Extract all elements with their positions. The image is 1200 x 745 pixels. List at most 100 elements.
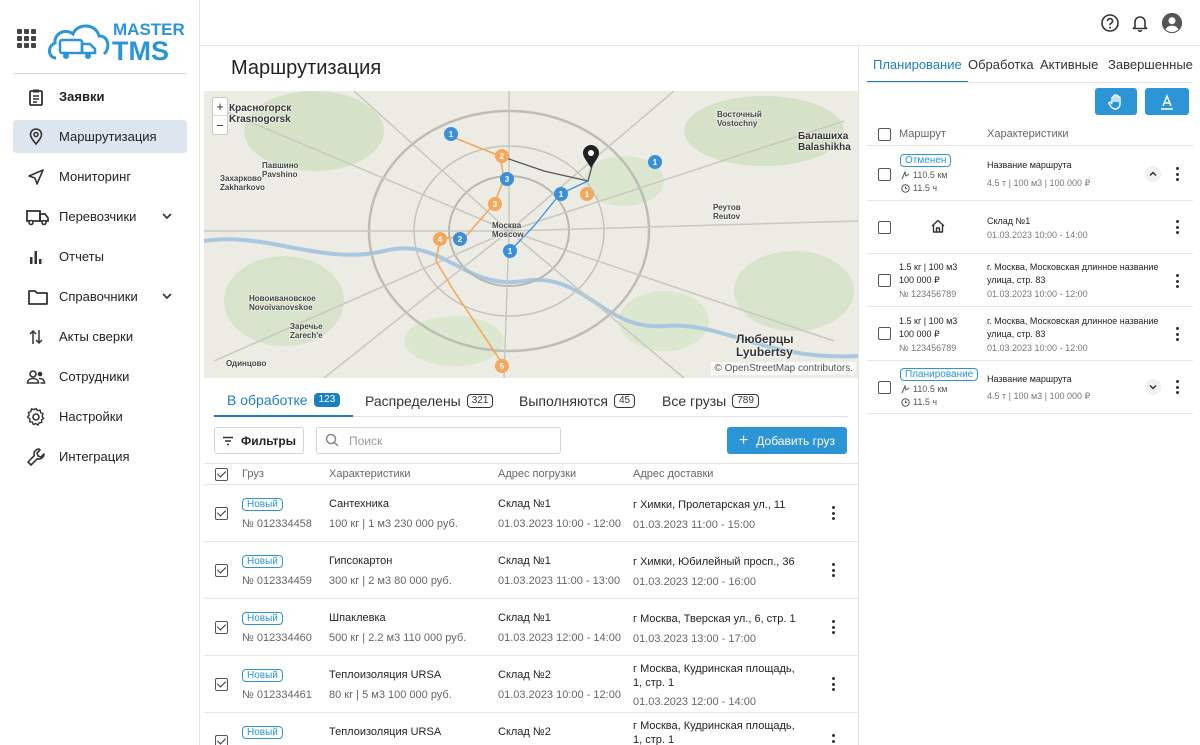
apps-grid-icon[interactable] xyxy=(17,29,36,48)
sidebar-item-monitoring[interactable]: Мониторинг xyxy=(13,160,187,193)
more-vert-icon[interactable] xyxy=(1175,220,1179,234)
cargo-specs: 1.5 кг | 100 м3 xyxy=(899,262,958,272)
map-marker[interactable]: 1 xyxy=(503,244,517,258)
row-checkbox[interactable] xyxy=(215,735,228,745)
collapse-chevron-icon[interactable] xyxy=(1145,166,1161,182)
chevron-down-icon[interactable] xyxy=(161,210,173,222)
map-attribution[interactable]: © OpenStreetMap contributors. xyxy=(711,362,856,375)
table-row[interactable]: Новый № 012334461 Теплоизоляция URSA 80 … xyxy=(204,656,858,713)
more-vert-icon[interactable] xyxy=(831,506,835,520)
user-avatar-icon[interactable] xyxy=(1161,12,1183,34)
row-checkbox[interactable] xyxy=(215,507,228,520)
route-row[interactable]: Планирование 110.5 км 11.5 ч Название ма… xyxy=(867,361,1193,414)
tab-in-progress[interactable]: Выполняются 45 xyxy=(519,385,636,417)
select-all-checkbox[interactable] xyxy=(215,468,228,481)
column-header-route[interactable]: Маршрут xyxy=(899,128,946,140)
tabs-divider xyxy=(867,82,1193,83)
route-row[interactable]: Отменен 110.5 км 11.5 ч Название маршрут… xyxy=(867,147,1193,201)
map-markers[interactable]: 1 2 3 1 1 2 3 4 1 1 5 xyxy=(204,91,858,378)
table-row[interactable]: Новый Теплоизоляция URSA Склад №2 г Моск… xyxy=(204,713,858,745)
column-header-cargo[interactable]: Груз xyxy=(242,468,264,480)
chevron-down-icon[interactable] xyxy=(161,290,173,302)
tab-all-cargo[interactable]: Все грузы 789 xyxy=(662,385,759,417)
bell-icon[interactable] xyxy=(1129,12,1151,34)
more-vert-icon[interactable] xyxy=(831,620,835,634)
row-checkbox[interactable] xyxy=(878,274,891,287)
more-vert-icon[interactable] xyxy=(1175,327,1179,341)
row-checkbox[interactable] xyxy=(878,381,891,394)
logo[interactable]: MASTER TMS xyxy=(46,14,186,66)
column-header-specs[interactable]: Характеристики xyxy=(329,468,411,480)
column-header-delivery-address[interactable]: Адрес доставки xyxy=(633,468,713,480)
more-vert-icon[interactable] xyxy=(1175,167,1179,181)
map-marker[interactable]: 1 xyxy=(444,127,458,141)
sidebar-item-settings[interactable]: Настройки xyxy=(13,400,187,433)
help-icon[interactable] xyxy=(1099,12,1121,34)
route-map[interactable]: Красногорск Krasnogorsk Москва Moscow Ба… xyxy=(204,91,858,378)
column-header-characteristics[interactable]: Характеристики xyxy=(987,128,1069,140)
tab-distributed[interactable]: Распределены 321 xyxy=(365,385,494,417)
route-row[interactable]: Склад №1 01.03.2023 10:00 - 14:00 xyxy=(867,201,1193,254)
map-pin-icon[interactable] xyxy=(583,145,599,168)
svg-text:5: 5 xyxy=(500,362,505,371)
table-row[interactable]: Новый № 012334458 Сантехника 100 кг | 1 … xyxy=(204,485,858,542)
load-address: Склад №2 xyxy=(498,669,551,681)
search-input[interactable] xyxy=(316,427,561,454)
row-checkbox[interactable] xyxy=(878,327,891,340)
map-marker[interactable]: 2 xyxy=(495,149,509,163)
sidebar-item-reconciliation[interactable]: Акты сверки xyxy=(13,320,187,353)
select-all-routes-checkbox[interactable] xyxy=(878,128,891,141)
more-vert-icon[interactable] xyxy=(1175,380,1179,394)
row-checkbox[interactable] xyxy=(878,168,891,181)
expand-chevron-icon[interactable] xyxy=(1145,379,1161,395)
map-marker[interactable]: 3 xyxy=(488,197,502,211)
map-marker[interactable]: 1 xyxy=(580,187,594,201)
route-row[interactable]: 1.5 кг | 100 м3 100 000 ₽ № 123456789 г.… xyxy=(867,307,1193,361)
sidebar-item-requests[interactable]: Заявки xyxy=(13,80,187,113)
column-header-load-address[interactable]: Адрес погрузки xyxy=(498,468,576,480)
more-vert-icon[interactable] xyxy=(831,563,835,577)
cargo-specs: 80 кг | 5 м3 100 000 руб. xyxy=(329,689,452,701)
zoom-out-button[interactable]: − xyxy=(213,116,227,134)
tab-planning[interactable]: Планирование xyxy=(867,57,968,83)
route-table-header: Маршрут Характеристики xyxy=(867,124,1193,146)
row-checkbox[interactable] xyxy=(878,221,891,234)
row-checkbox[interactable] xyxy=(215,621,228,634)
sidebar-item-reports[interactable]: Отчеты xyxy=(13,240,187,273)
filters-button[interactable]: Фильтры xyxy=(214,427,304,454)
sidebar-item-integration[interactable]: Интеграция xyxy=(13,440,187,473)
load-address: Склад №1 xyxy=(498,612,551,624)
sidebar-item-employees[interactable]: Сотрудники xyxy=(13,360,187,393)
zoom-in-button[interactable]: + xyxy=(213,98,227,116)
table-row[interactable]: Новый № 012334460 Шпаклевка 500 кг | 2.2… xyxy=(204,599,858,656)
tab-completed[interactable]: Завершенные xyxy=(1108,57,1193,83)
map-marker[interactable]: 5 xyxy=(495,359,509,373)
sidebar-item-directories[interactable]: Справочники xyxy=(13,280,187,313)
sidebar-item-label: Акты сверки xyxy=(59,329,134,344)
map-marker[interactable]: 1 xyxy=(554,187,568,201)
sidebar-item-routing[interactable]: Маршрутизация xyxy=(13,120,187,153)
tab-handling[interactable]: Обработка xyxy=(968,57,1034,83)
map-zoom-control[interactable]: + − xyxy=(212,97,228,135)
text-format-icon xyxy=(1161,93,1173,110)
tab-processing[interactable]: В обработке 123 xyxy=(214,385,354,417)
delivery-address: г Химки, Пролетарская ул., 11 xyxy=(633,499,786,511)
more-vert-icon[interactable] xyxy=(831,734,835,745)
row-checkbox[interactable] xyxy=(215,564,228,577)
more-vert-icon[interactable] xyxy=(831,677,835,691)
delivery-time: 01.03.2023 12:00 - 14:00 xyxy=(633,696,756,708)
map-marker[interactable]: 4 xyxy=(433,232,447,246)
more-vert-icon[interactable] xyxy=(1175,274,1179,288)
add-cargo-button[interactable]: + Добавить груз xyxy=(727,427,847,454)
tab-active[interactable]: Активные xyxy=(1040,57,1098,83)
map-marker[interactable]: 2 xyxy=(453,232,467,246)
route-row[interactable]: 1.5 кг | 100 м3 100 000 ₽ № 123456789 г.… xyxy=(867,254,1193,307)
pan-mode-button[interactable] xyxy=(1095,88,1137,115)
map-marker[interactable]: 1 xyxy=(648,155,662,169)
sidebar-item-carriers[interactable]: Перевозчики xyxy=(13,200,187,233)
delivery-time: 01.03.2023 11:00 - 15:00 xyxy=(633,519,756,531)
table-row[interactable]: Новый № 012334459 Гипсокартон 300 кг | 2… xyxy=(204,542,858,599)
map-marker[interactable]: 3 xyxy=(500,172,514,186)
text-format-button[interactable] xyxy=(1145,88,1189,115)
row-checkbox[interactable] xyxy=(215,678,228,691)
